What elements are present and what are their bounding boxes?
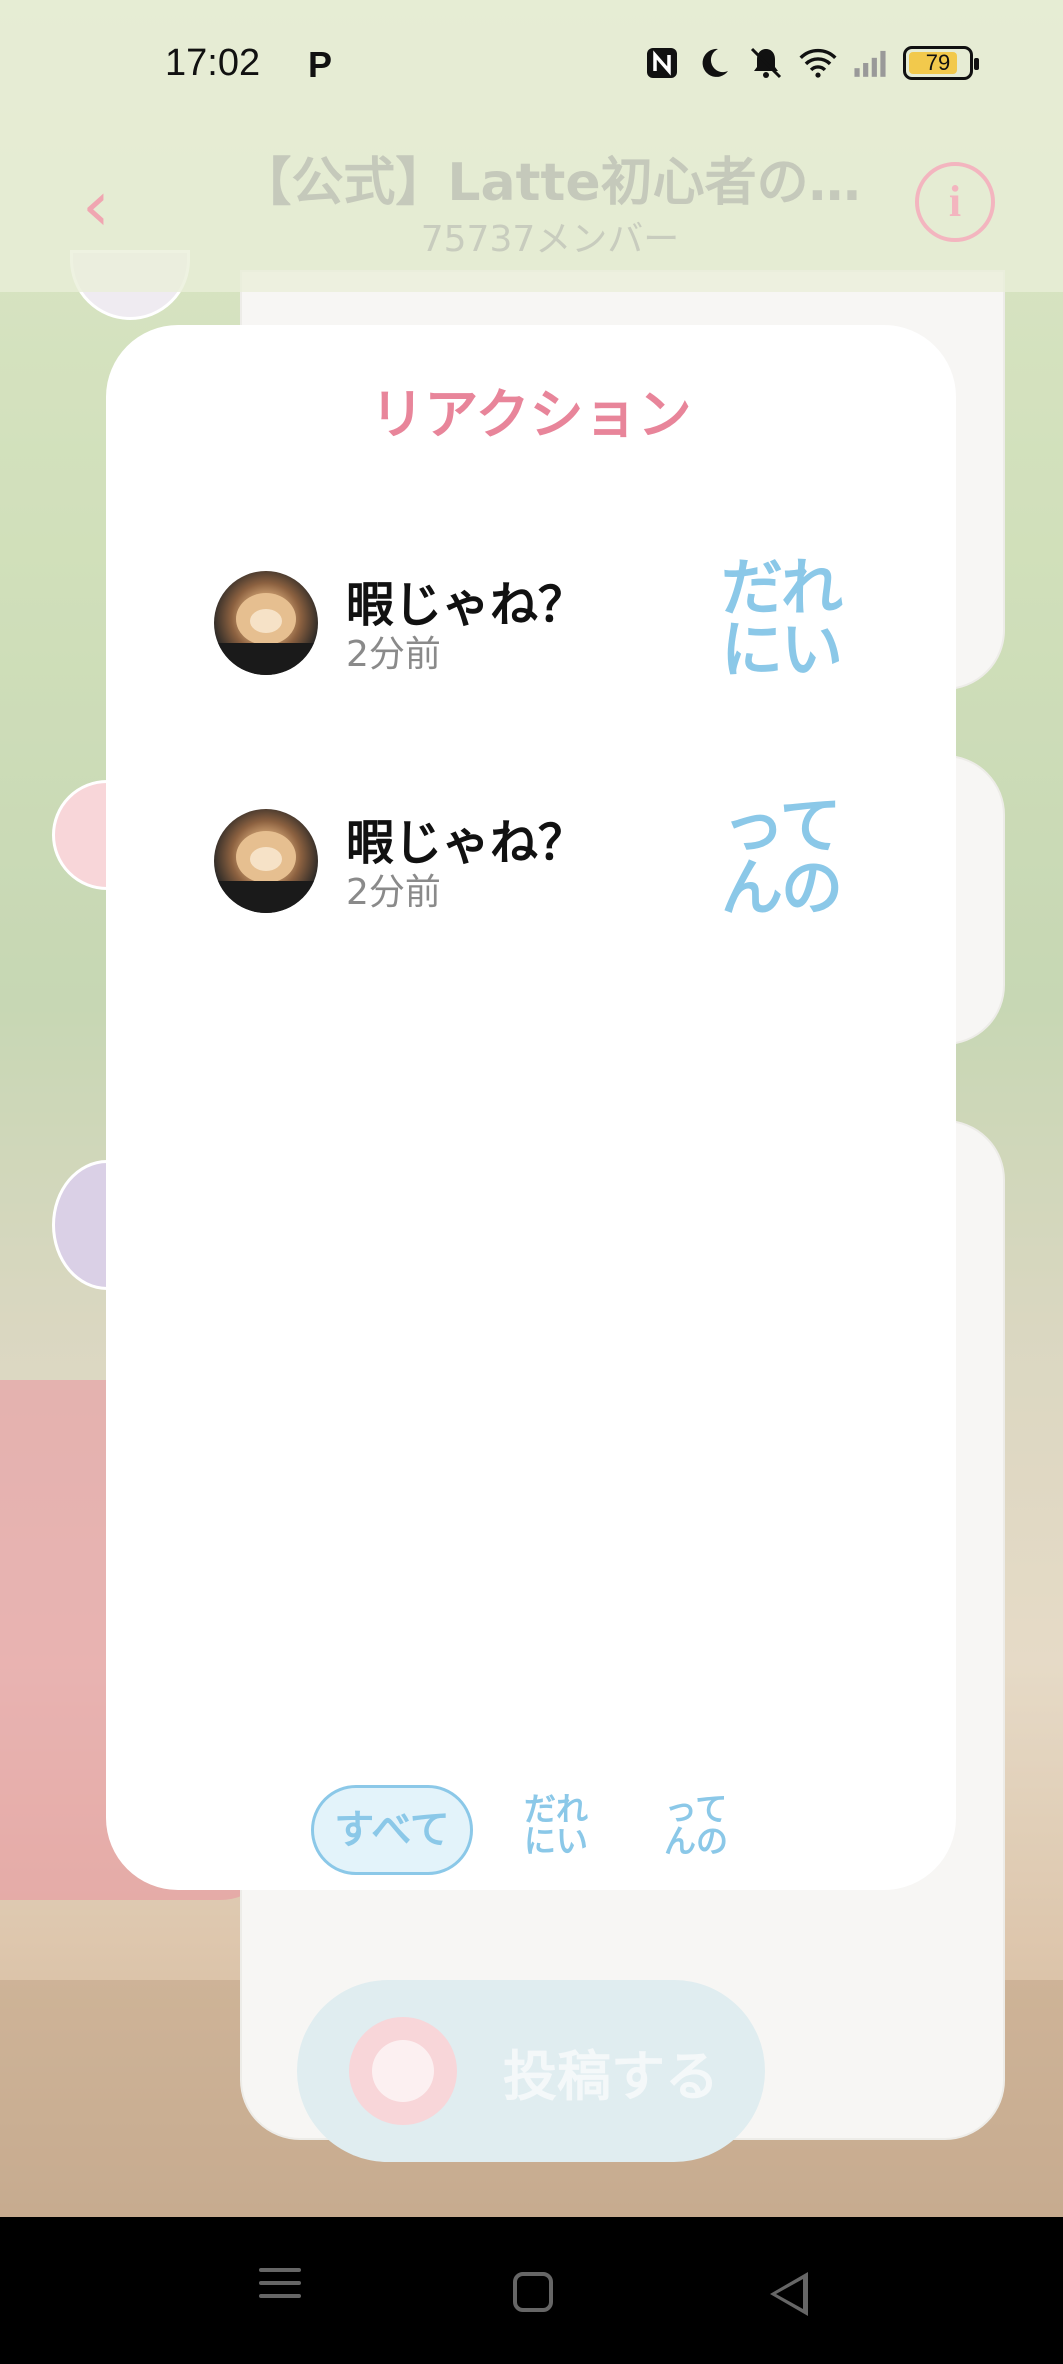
tab-stamp-line: だれ — [523, 1790, 588, 1828]
tab-stamp-line: んの — [663, 1822, 728, 1860]
reaction-stamp: だれ にい — [706, 557, 856, 681]
tab-stamp-ttenno[interactable]: って んの — [651, 1793, 741, 1857]
info-button[interactable]: i — [915, 162, 995, 242]
member-count[interactable]: 75737メンバー — [230, 210, 870, 262]
stamp-line: んの — [720, 851, 843, 924]
avatar[interactable] — [214, 809, 318, 913]
battery-icon: 79 — [903, 46, 979, 80]
reaction-stamp: って んの — [706, 795, 856, 919]
wifi-icon — [799, 44, 837, 82]
reaction-time: 2分前 — [346, 634, 441, 675]
stamp-line: だれ — [720, 551, 843, 624]
signal-icon — [851, 44, 889, 82]
reaction-modal: リアクション 暇じゃね？ 2分前 だれ にい 暇じゃね？ 2分前 って んの す… — [106, 325, 956, 1890]
stamp-line: って — [722, 789, 842, 862]
status-bar: 17:02 P 79 — [0, 0, 1063, 130]
tab-stamp-line: って — [664, 1790, 728, 1828]
home-icon[interactable] — [513, 2272, 553, 2312]
tab-all[interactable]: すべて — [311, 1785, 473, 1875]
menu-icon[interactable] — [245, 2259, 315, 2329]
status-icons: 79 — [643, 44, 979, 82]
bell-off-icon — [747, 44, 785, 82]
reaction-time: 2分前 — [346, 872, 441, 913]
battery-level: 79 — [925, 50, 951, 75]
system-nav-bar — [0, 2217, 1063, 2364]
reaction-filter-tabs: すべて だれ にい って んの — [106, 1785, 956, 1875]
avatar[interactable] — [214, 571, 318, 675]
stamp-line: にい — [720, 613, 843, 686]
reaction-row[interactable]: 暇じゃね？ 2分前 って んの — [106, 775, 956, 935]
tab-stamp-line: にい — [523, 1822, 588, 1860]
back-button[interactable]: ‹ — [82, 165, 110, 247]
group-title: 【公式】Latte初心者の… — [239, 153, 861, 213]
back-nav-icon[interactable] — [770, 2272, 808, 2316]
modal-title: リアクション — [370, 383, 692, 446]
tab-stamp-dareni[interactable]: だれ にい — [511, 1793, 601, 1857]
nfc-icon — [643, 44, 681, 82]
app-header: 17:02 P 79 ‹ 【公式】Latte初心者の… 75737メンバー i — [0, 0, 1063, 292]
reaction-row[interactable]: 暇じゃね？ 2分前 だれ にい — [106, 537, 956, 697]
app-indicator-icon: P — [308, 44, 333, 85]
moon-icon — [695, 44, 733, 82]
status-time: 17:02 — [165, 42, 261, 84]
